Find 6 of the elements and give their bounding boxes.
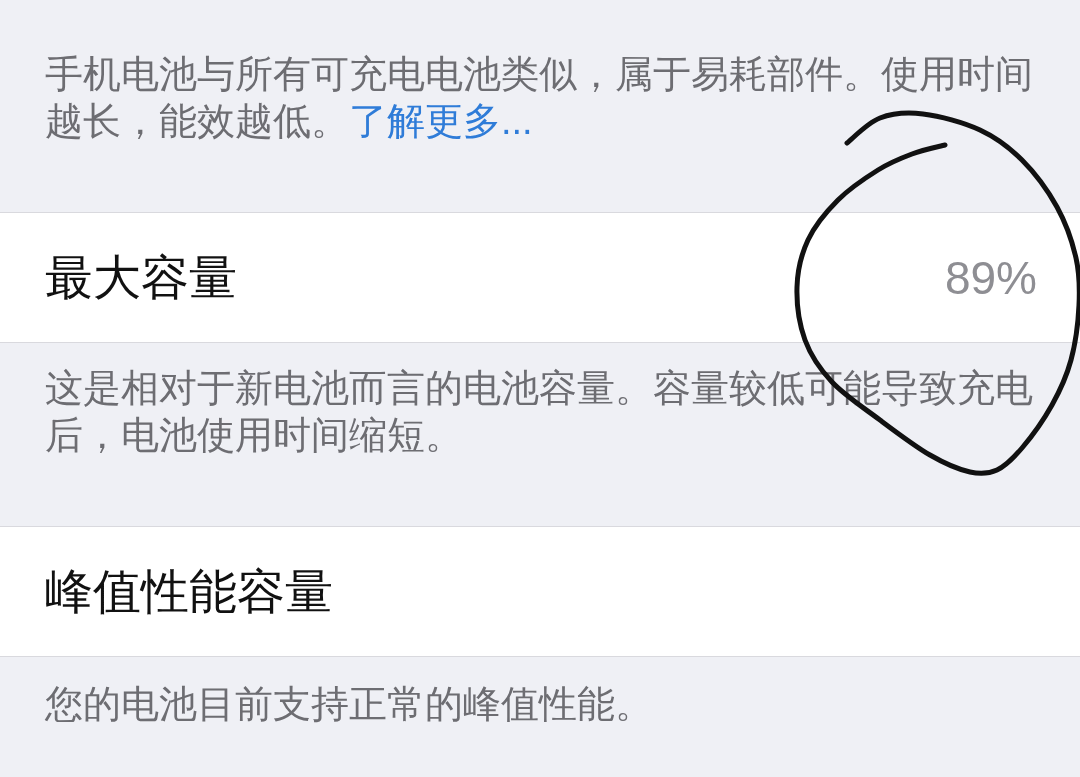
- row-label: 峰值性能容量: [45, 563, 333, 620]
- row-label: 最大容量: [45, 249, 237, 306]
- footer-text: 您的电池目前支持正常的峰值性能。: [44, 682, 654, 727]
- learn-more-link[interactable]: 了解更多...: [349, 100, 533, 142]
- footer-text: 手机电池与所有可充电电池类似，属于易耗部件。使用时间越长，能效越低。了解更多...: [44, 52, 1034, 144]
- row-value: 89%: [944, 250, 1037, 306]
